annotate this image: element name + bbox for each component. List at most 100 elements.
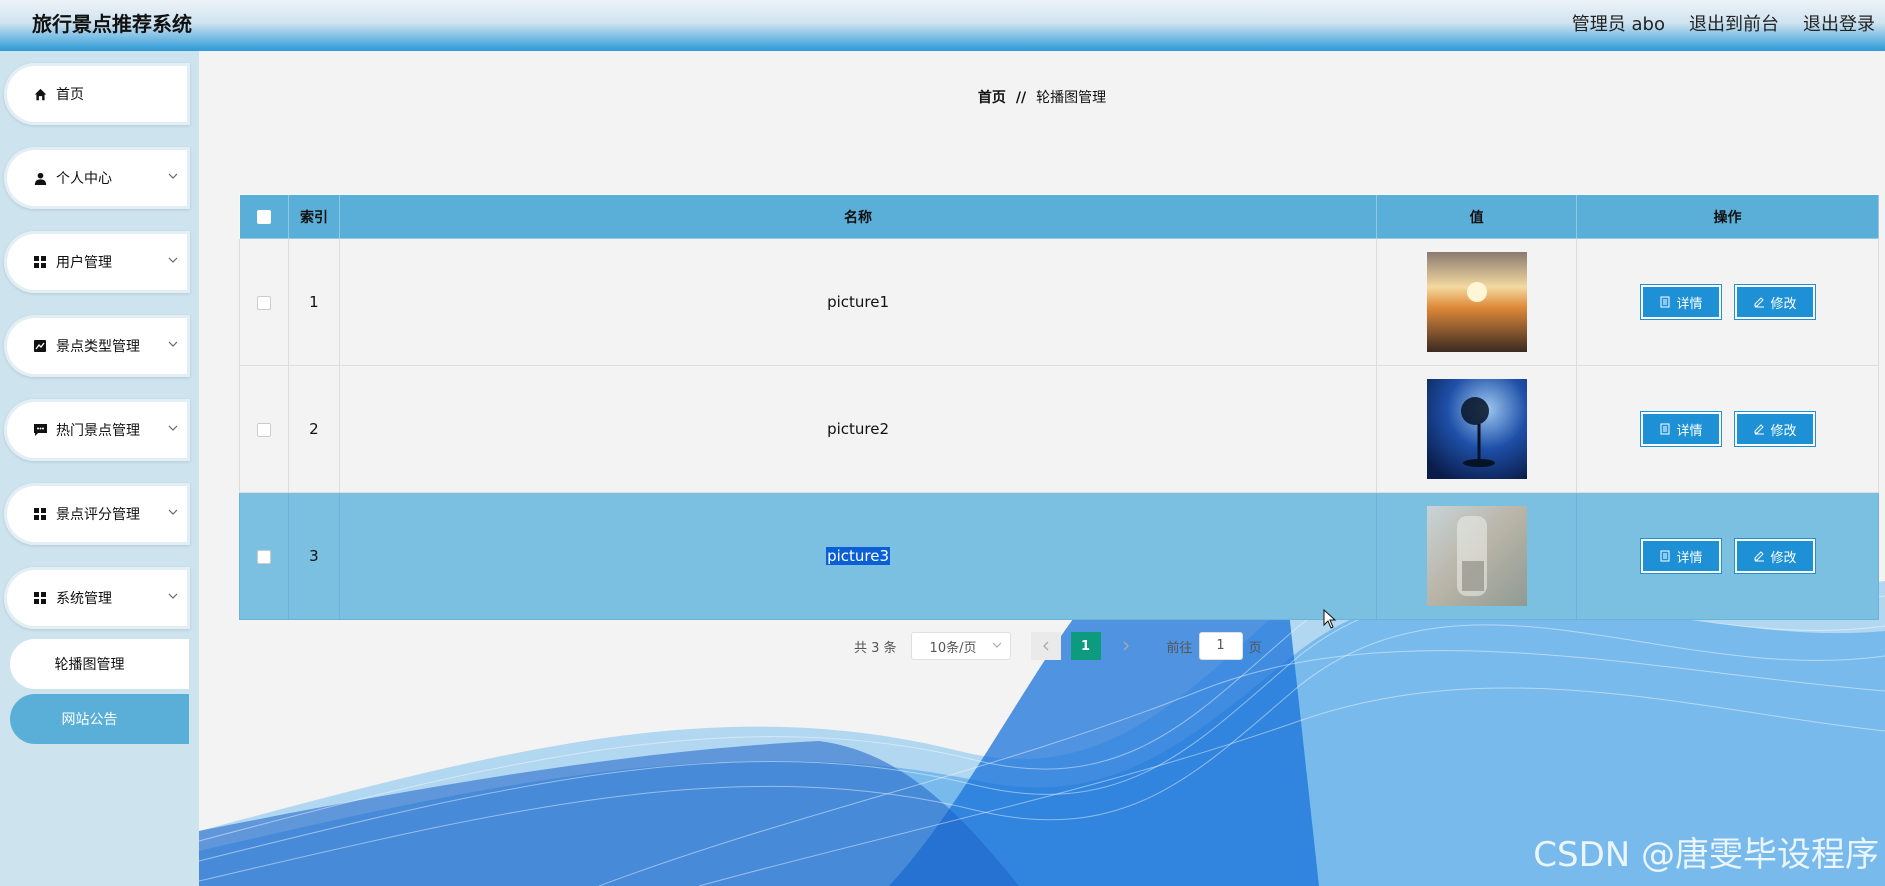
table-row[interactable]: 1 picture1 详情 修改 [239, 238, 1879, 366]
chat-icon [32, 422, 48, 438]
detail-button-label: 详情 [1676, 423, 1703, 439]
sidebar-item-label: 首页 [56, 87, 84, 103]
sidebar-item-home[interactable]: 首页 [4, 63, 190, 125]
breadcrumb-home[interactable]: 首页 [978, 90, 1006, 106]
goto-page: 前往 1 页 [1167, 632, 1262, 660]
row-index: 3 [287, 492, 340, 620]
goto-prefix: 前往 [1166, 640, 1193, 656]
row-name-cell: picture3 [338, 492, 1378, 620]
chevron-down-icon [168, 505, 178, 521]
row-checkbox-cell [239, 365, 289, 493]
page-number-current[interactable]: 1 [1070, 632, 1101, 660]
glass-figure-thumbnail[interactable] [1426, 506, 1527, 606]
sidebar-item-label: 景点评分管理 [56, 507, 140, 523]
sidebar-item-label: 用户管理 [56, 255, 112, 271]
header-links: 管理员 abo 退出到前台 退出登录 [1572, 10, 1875, 36]
select-all-checkbox[interactable] [256, 209, 271, 224]
next-page-button[interactable] [1111, 632, 1141, 660]
edit-icon [1754, 297, 1764, 308]
edit-button[interactable]: 修改 [1733, 411, 1816, 447]
detail-button-label: 详情 [1676, 296, 1703, 312]
home-icon [32, 86, 48, 102]
sidebar-item-label: 个人中心 [56, 171, 112, 187]
row-index: 1 [287, 238, 340, 366]
blue-tree-thumbnail[interactable] [1426, 379, 1527, 479]
mouse-cursor-icon [1323, 609, 1337, 629]
select-all-cell [239, 194, 289, 239]
chevron-right-icon [1123, 641, 1129, 651]
sidebar-item-label: 景点类型管理 [56, 339, 140, 355]
column-header-actions: 操作 [1576, 194, 1879, 239]
column-header-index: 索引 [287, 194, 340, 239]
row-checkbox[interactable] [256, 295, 271, 310]
exit-to-front-link[interactable]: 退出到前台 [1689, 10, 1779, 36]
sidebar-item-personal-center[interactable]: 个人中心 [4, 147, 190, 209]
admin-user-label[interactable]: 管理员 abo [1572, 10, 1665, 36]
carousel-table: 索引 名称 值 操作 1 picture1 详情 修改 2 picture2 详… [239, 194, 1879, 620]
pagination: 共 3 条 10条/页 1 前往 1 页 [854, 632, 1262, 660]
sidebar-subitem-site-notice[interactable]: 网站公告 [10, 694, 189, 744]
edit-button[interactable]: 修改 [1733, 284, 1816, 320]
column-header-value: 值 [1376, 194, 1578, 239]
goto-suffix: 页 [1248, 640, 1262, 656]
column-header-name: 名称 [338, 194, 1378, 239]
breadcrumb-current: 轮播图管理 [1036, 90, 1107, 106]
chart-icon [32, 338, 48, 354]
row-actions: 详情 修改 [1576, 365, 1879, 493]
pagination-total: 共 3 条 [854, 640, 897, 656]
edit-icon [1754, 424, 1764, 435]
chevron-down-icon [168, 421, 178, 437]
chevron-down-icon [168, 337, 178, 353]
row-actions: 详情 修改 [1576, 238, 1879, 366]
chevron-down-icon [992, 639, 1002, 654]
user-icon [32, 170, 48, 186]
detail-button-label: 详情 [1676, 550, 1703, 566]
row-value-cell [1376, 365, 1578, 493]
row-name: picture2 [338, 365, 1378, 493]
page-size-value: 10条/页 [929, 640, 977, 656]
row-index: 2 [287, 365, 340, 493]
edit-button-label: 修改 [1770, 550, 1797, 566]
chevron-down-icon [168, 589, 178, 605]
grid-icon [32, 590, 48, 606]
top-header: 旅行景点推荐系统 管理员 abo 退出到前台 退出登录 [0, 0, 1885, 51]
edit-button[interactable]: 修改 [1733, 538, 1816, 574]
row-checkbox[interactable] [256, 549, 271, 564]
document-icon [1660, 423, 1670, 435]
detail-button[interactable]: 详情 [1639, 411, 1722, 447]
chevron-down-icon [168, 169, 178, 185]
sidebar-item-user-management[interactable]: 用户管理 [4, 231, 190, 293]
row-actions: 详情 修改 [1576, 492, 1879, 620]
row-checkbox-cell [239, 492, 289, 620]
sidebar-item-spot-type-management[interactable]: 景点类型管理 [4, 315, 190, 377]
sidebar-item-system-management[interactable]: 系统管理 [4, 567, 190, 629]
prev-page-button[interactable] [1030, 632, 1061, 660]
row-checkbox-cell [239, 238, 289, 366]
row-checkbox[interactable] [256, 422, 271, 437]
logout-link[interactable]: 退出登录 [1803, 10, 1875, 36]
document-icon [1660, 550, 1670, 562]
document-icon [1660, 296, 1670, 308]
app-title: 旅行景点推荐系统 [32, 12, 192, 36]
sidebar-item-spot-rating-management[interactable]: 景点评分管理 [4, 483, 190, 545]
grid-icon [32, 254, 48, 270]
sunset-field-thumbnail[interactable] [1426, 252, 1527, 352]
row-value-cell [1376, 238, 1578, 366]
sidebar-subitem-carousel-management[interactable]: 轮播图管理 [10, 639, 189, 689]
chevron-down-icon [168, 253, 178, 269]
edit-icon [1754, 551, 1764, 562]
sidebar-item-hot-spot-management[interactable]: 热门景点管理 [4, 399, 190, 461]
detail-button[interactable]: 详情 [1639, 284, 1722, 320]
sidebar: 首页 个人中心 用户管理 景点类型管理 热门景点管理 景点评分管理 系统管理 轮… [0, 51, 199, 886]
goto-page-input[interactable]: 1 [1198, 632, 1243, 660]
table-row[interactable]: 3 picture3 详情 修改 [239, 492, 1879, 620]
table-row[interactable]: 2 picture2 详情 修改 [239, 365, 1879, 493]
row-value-cell [1376, 492, 1578, 620]
row-name: picture3 [826, 547, 891, 565]
detail-button[interactable]: 详情 [1639, 538, 1722, 574]
table-header-row: 索引 名称 值 操作 [239, 194, 1879, 239]
grid-icon [32, 506, 48, 522]
row-name: picture1 [338, 238, 1378, 366]
page-size-select[interactable]: 10条/页 [910, 632, 1011, 660]
sidebar-item-label: 热门景点管理 [56, 423, 140, 439]
